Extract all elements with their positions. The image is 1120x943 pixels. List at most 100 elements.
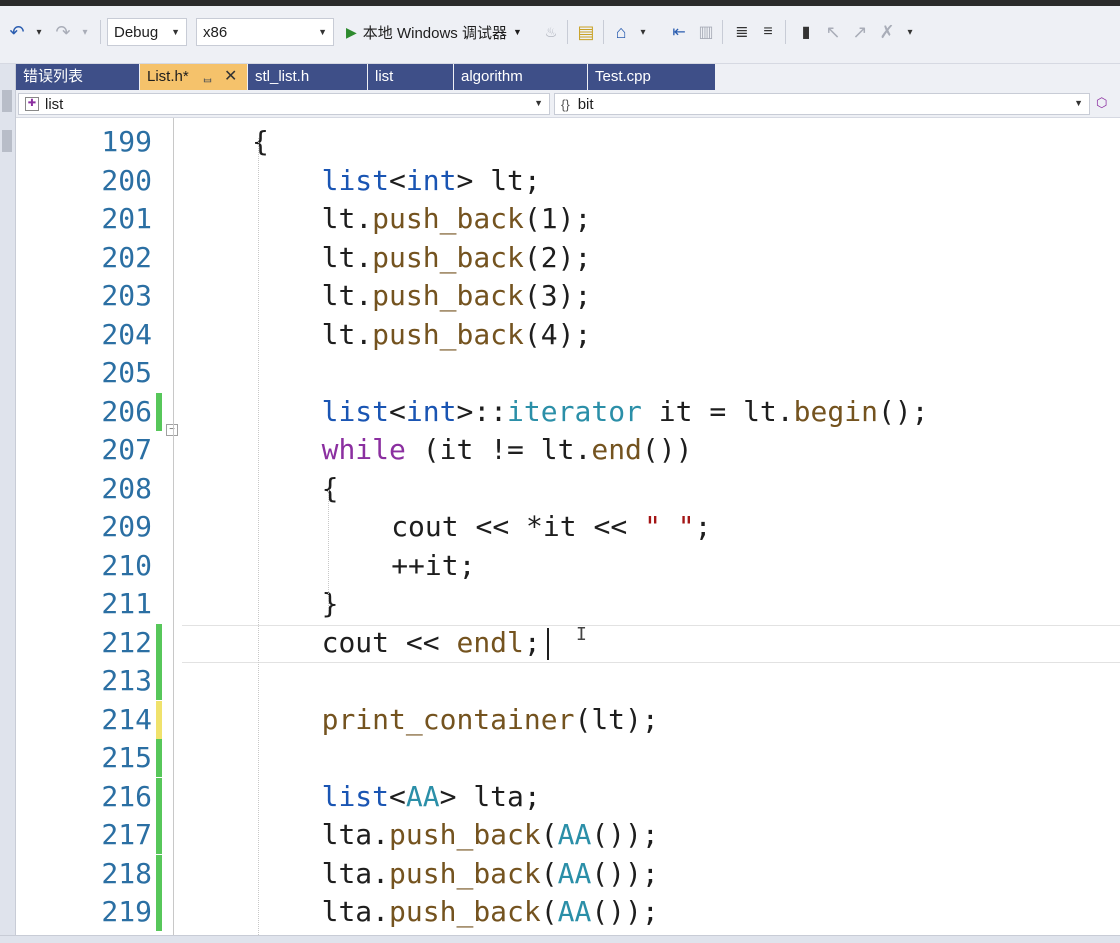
line-number: 206 <box>101 394 152 428</box>
chevron-down-icon: ▼ <box>171 27 180 37</box>
code-token: ( <box>523 240 541 274</box>
code-line[interactable]: { <box>322 470 339 508</box>
code-token: it <box>424 548 459 582</box>
code-line[interactable]: lta.push_back(AA()); <box>322 855 659 893</box>
pin-icon[interactable]: ᆸ <box>202 64 213 90</box>
code-token: endl <box>456 625 524 659</box>
code-token: ( <box>523 279 541 312</box>
code-line[interactable]: while (it != lt.end()) <box>322 431 693 469</box>
code-line[interactable]: } <box>322 585 339 623</box>
tab-label: 错误列表 <box>23 68 84 85</box>
code-token: > <box>456 163 491 197</box>
chevron-down-icon[interactable]: ▾ <box>636 18 650 46</box>
chevron-down-icon: ▼ <box>318 27 327 37</box>
line-number: 212 <box>101 625 152 659</box>
line-number: 216 <box>101 779 152 813</box>
line-number: 203 <box>101 279 152 312</box>
change-marker <box>156 662 162 700</box>
clear-bookmarks-icon[interactable]: ✗ <box>876 18 898 46</box>
home-icon[interactable]: ⌂ <box>610 18 632 46</box>
find-in-files-icon[interactable]: ▤ <box>575 18 597 46</box>
code-line[interactable]: cout << endl; <box>322 624 541 662</box>
tab-stl-list-h[interactable]: stl_list.h <box>248 64 368 90</box>
code-token: ()) <box>641 433 693 466</box>
platform-select[interactable]: x86 ▼ <box>196 18 334 46</box>
indent-guide <box>328 490 329 610</box>
code-token: ; <box>523 625 541 659</box>
code-line[interactable]: cout << *it << " "; <box>391 508 711 546</box>
code-token: { <box>252 125 269 158</box>
code-token: list <box>321 394 390 428</box>
tab-algorithm[interactable]: algorithm <box>454 64 588 90</box>
start-debugging-button[interactable]: ▶ 本地 Windows 调试器 ▼ <box>346 18 522 46</box>
change-marker <box>156 623 162 662</box>
code-token: 2 <box>540 240 558 274</box>
previous-bookmark-icon[interactable]: ↖ <box>822 18 844 46</box>
line-number: 209 <box>101 510 152 543</box>
tab-list-h[interactable]: List.h* ᆸ ✕ <box>140 64 248 90</box>
code-token: lt <box>743 394 777 428</box>
code-line[interactable]: lt.push_back(3); <box>322 277 592 315</box>
uncomment-lines-icon[interactable]: ≡ <box>757 18 779 46</box>
change-marker <box>156 777 162 816</box>
line-number-gutter: 199 200 201 202 203 204 205 206 207 208 209 210 211 2… <box>40 118 190 935</box>
code-editor[interactable]: 199 200 201 202 203 204 205 206 207 208 209 210 211 2… <box>16 118 1120 935</box>
member-select[interactable]: {} bit ▼ <box>554 93 1090 115</box>
code-line[interactable]: lta.push_back(AA()); <box>322 816 659 854</box>
tab-error-list[interactable]: 错误列表 <box>16 64 140 90</box>
change-marker <box>156 854 162 893</box>
code-line[interactable]: list<int>::iterator it = lt.begin(); <box>322 393 929 431</box>
code-token: lt <box>490 163 524 197</box>
collapse-block-icon[interactable]: − <box>166 424 178 436</box>
line-number: 208 <box>101 471 152 505</box>
code-token: push_back <box>389 856 541 890</box>
tab-list[interactable]: list <box>368 64 454 90</box>
left-tool-strip <box>0 64 16 943</box>
code-line[interactable]: print_container(lt); <box>322 701 659 739</box>
code-token: 3 <box>540 279 558 312</box>
undo-dropdown-icon[interactable]: ▾ <box>32 18 46 46</box>
tool-window-handle[interactable] <box>2 130 12 152</box>
line-number: 213 <box>101 664 152 697</box>
code-token: . <box>355 202 373 235</box>
next-bookmark-icon[interactable]: ↗ <box>849 18 871 46</box>
change-marker <box>156 739 162 777</box>
bookmark-icon[interactable]: ▮ <box>795 18 817 46</box>
redo-dropdown-icon[interactable]: ▾ <box>78 18 92 46</box>
code-token: list <box>321 163 390 197</box>
bookmark-step-icon[interactable]: ⇤ <box>668 18 690 46</box>
code-token: ++ <box>391 548 425 582</box>
code-token: 1 <box>540 202 558 235</box>
comment-lines-icon[interactable]: ≣ <box>731 18 753 46</box>
toolbar-overflow-icon[interactable]: ▾ <box>903 18 917 46</box>
tab-test-cpp[interactable]: Test.cpp <box>588 64 716 90</box>
code-line[interactable]: { <box>252 123 269 161</box>
close-icon[interactable]: ✕ <box>224 64 237 90</box>
line-number: 201 <box>101 202 152 235</box>
code-token: ( <box>405 433 440 466</box>
code-line[interactable]: ++it; <box>391 547 475 585</box>
attach-flame-icon[interactable]: ♨ <box>540 18 562 46</box>
line-number: 210 <box>101 548 152 582</box>
code-token: AA <box>405 779 440 813</box>
code-token: . <box>574 433 592 466</box>
solution-config-select[interactable]: Debug ▼ <box>107 18 187 46</box>
line-number: 202 <box>101 240 152 274</box>
bookmark-grid-icon[interactable]: ▥ <box>695 18 717 46</box>
code-line[interactable]: lta.push_back(AA()); <box>322 893 659 931</box>
redo-icon[interactable]: ↷ <box>52 18 74 46</box>
code-token: lt <box>321 317 356 351</box>
cube-icon[interactable]: ⬡ <box>1096 95 1107 111</box>
scope-select[interactable]: ✚ list ▼ <box>18 93 550 115</box>
chevron-down-icon: ▼ <box>1074 98 1083 108</box>
code-token: << <box>389 625 457 659</box>
code-line[interactable]: lt.push_back(4); <box>322 316 592 354</box>
undo-icon[interactable]: ↶ <box>6 18 28 46</box>
tool-window-handle[interactable] <box>2 90 12 112</box>
toolbar-separator <box>722 20 723 44</box>
code-line[interactable]: list<AA> lta; <box>322 778 541 816</box>
code-line[interactable]: lt.push_back(2); <box>322 239 592 277</box>
code-line[interactable]: lt.push_back(1); <box>322 200 592 238</box>
chevron-down-icon: ▼ <box>512 27 522 37</box>
code-line[interactable]: list<int> lt; <box>322 162 541 200</box>
